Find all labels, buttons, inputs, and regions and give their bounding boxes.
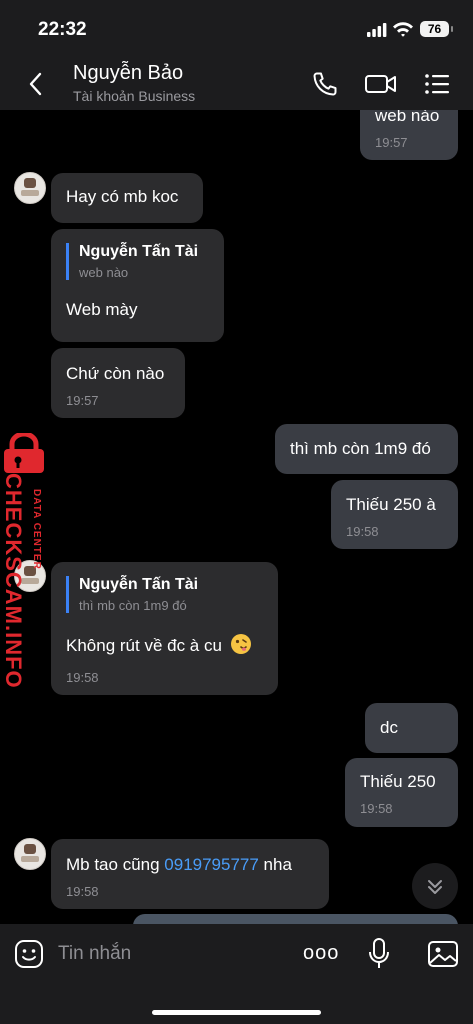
watermark-tag: DATA CENTER [31, 489, 42, 570]
message-text: dc [380, 718, 398, 737]
home-indicator [152, 1010, 321, 1015]
contact-name[interactable]: Nguyễn Bảo [73, 62, 183, 85]
message-bubble-incoming[interactable]: Mb tao cũng 0919795777 nha 19:58 [51, 839, 329, 909]
status-time: 22:32 [38, 19, 87, 40]
message-text: Không rút về đc à cu [66, 633, 252, 656]
padlock-icon [4, 433, 44, 473]
message-text: web nào [375, 110, 440, 125]
status-bar: 22:32 76 [0, 0, 473, 58]
emoji-icon [230, 634, 251, 654]
message-bubble-outgoing[interactable]: Thiếu 250 à 19:58 [331, 480, 458, 549]
quoted-sender: Nguyễn Tấn Tài [79, 576, 199, 593]
contact-subtitle: Tài khoản Business [73, 88, 196, 104]
quoted-sender: Nguyễn Tấn Tài [79, 243, 199, 260]
message-time: 19:58 [66, 884, 99, 899]
message-bubble-outgoing[interactable]: Thiếu 250 19:58 [345, 758, 458, 827]
quoted-message[interactable]: Nguyễn Tấn Tài thì mb còn 1m9 đó [66, 576, 198, 613]
microphone-icon[interactable] [367, 937, 391, 971]
phone-icon[interactable] [311, 70, 339, 98]
message-time: 19:57 [375, 135, 408, 150]
message-text: Chứ còn nào [66, 364, 165, 383]
scroll-to-bottom-button[interactable] [412, 863, 458, 909]
message-text: Hay có mb koc [66, 187, 179, 206]
message-bubble-reply[interactable]: Nguyễn Tấn Tài thì mb còn 1m9 đó Không r… [51, 562, 278, 695]
message-text-start: Mb tao cũng [66, 855, 165, 874]
watermark-brand: CHECKSCAM.INFO [1, 473, 26, 689]
message-composer: Tin nhắn ooo [0, 924, 473, 1024]
message-text: Mb tao cũng 0919795777 nha [66, 855, 292, 875]
cellular-signal-icon [367, 23, 387, 37]
message-text-content: Không rút về đc à cu [66, 636, 222, 655]
message-bubble-outgoing[interactable]: web nào 19:57 [360, 110, 458, 160]
list-icon[interactable] [423, 70, 451, 98]
message-bubble-reply[interactable]: Nguyễn Tấn Tài web nào Web mày [51, 229, 224, 342]
battery-indicator: 76 [420, 21, 453, 37]
image-icon[interactable] [427, 940, 459, 968]
chevron-left-icon[interactable] [26, 70, 46, 98]
more-options-button[interactable]: ooo [303, 942, 339, 965]
chat-header: Nguyễn Bảo Tài khoản Business [0, 58, 473, 111]
message-text: thì mb còn 1m9 đó [290, 439, 431, 458]
message-bubble-outgoing[interactable] [133, 914, 458, 924]
quoted-text: thì mb còn 1m9 đó [79, 598, 187, 613]
sticker-icon[interactable] [14, 939, 44, 969]
message-time: 19:58 [66, 670, 99, 685]
message-text: Web mày [66, 300, 138, 319]
wifi-icon [393, 22, 413, 37]
watermark: CHECKSCAM.INFO DATA CENTER [0, 433, 50, 689]
message-time: 19:58 [360, 801, 393, 816]
message-bubble-outgoing[interactable]: dc [365, 703, 458, 753]
message-text-end: nha [258, 855, 292, 874]
quoted-text: web nào [79, 265, 129, 280]
phone-number-link[interactable]: 0919795777 [164, 855, 259, 874]
message-bubble-incoming[interactable]: Hay có mb koc [51, 173, 203, 223]
chevron-double-down-icon [428, 880, 442, 894]
message-bubble-outgoing[interactable]: thì mb còn 1m9 đó [275, 424, 458, 474]
avatar[interactable] [14, 172, 46, 204]
quoted-message[interactable]: Nguyễn Tấn Tài web nào [66, 243, 198, 280]
video-camera-icon[interactable] [364, 70, 398, 98]
message-text: Thiếu 250 à [346, 495, 436, 514]
message-time: 19:58 [346, 524, 379, 539]
message-bubble-incoming[interactable]: Chứ còn nào 19:57 [51, 348, 185, 418]
avatar[interactable] [14, 838, 46, 870]
message-input[interactable]: Tin nhắn [58, 943, 131, 965]
message-list[interactable]: web nào 19:57 Hay có mb koc Nguyễn Tấn T… [0, 110, 473, 924]
message-text: Thiếu 250 [360, 772, 436, 791]
message-time: 19:57 [66, 393, 99, 408]
